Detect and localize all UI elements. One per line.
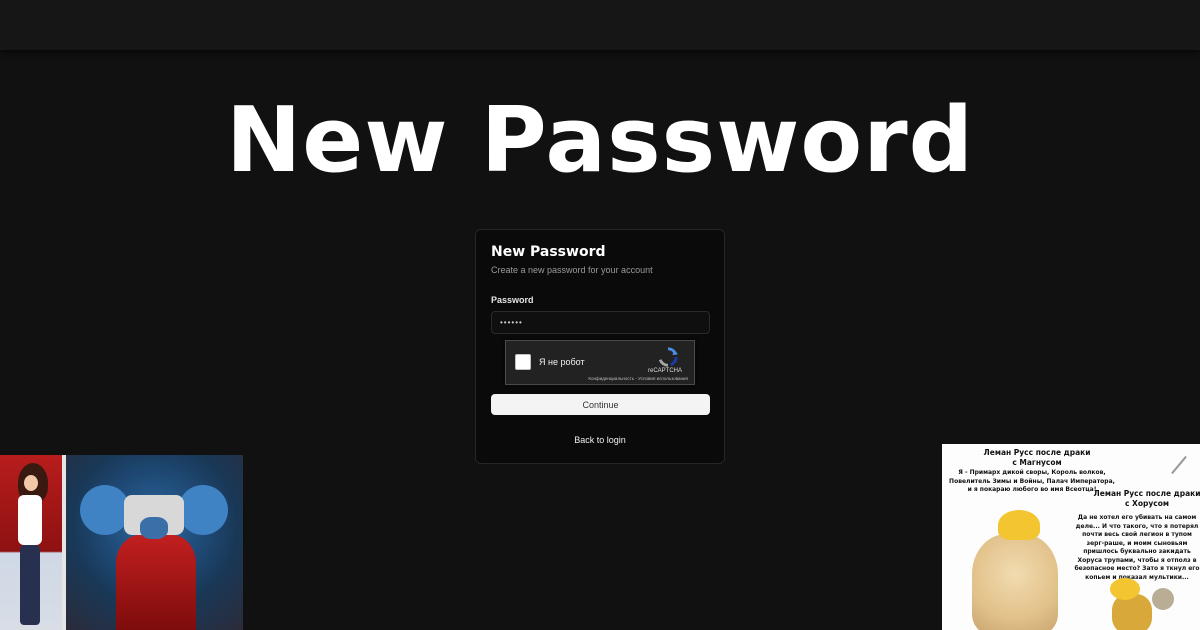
girl-legs [20,545,40,625]
recaptcha-checkbox[interactable] [515,354,531,370]
new-password-card: New Password Create a new password for y… [475,229,725,464]
meme-image: Леман Русс после драки с Магнусом Я - Пр… [942,444,1200,630]
meme-title-1: Леман Русс после драки с Магнусом [983,448,1091,467]
pen-stroke [1171,455,1187,475]
cat-face [1152,588,1174,610]
hero-title: New Password [225,88,975,193]
buff-doge-body [972,534,1058,630]
marine-pauldron-right [178,485,228,535]
recaptcha-brand: reCAPTCHA [648,368,683,374]
marine-pauldron-left [80,485,130,535]
cheems-body [1112,594,1152,630]
recaptcha-logo-icon [658,347,679,367]
recaptcha-links[interactable]: Конфиденциальность - Условия использован… [588,376,688,381]
comic-panel-girl [0,455,62,630]
buff-doge-head [998,510,1040,540]
password-label: Password [491,295,534,305]
top-bar [0,0,1200,50]
meme-title-2: Леман Русс после драки с Хорусом [1093,489,1200,508]
password-input[interactable] [491,311,710,334]
card-title: New Password [491,244,606,260]
recaptcha-widget: Я не робот reCAPTCHA Конфиденциальность … [505,340,695,385]
meme-text-2: Да не хотел его убивать на самом деле...… [1074,514,1200,581]
cheems-head [1110,578,1140,600]
back-to-login-link[interactable]: Back to login [476,435,724,445]
continue-button[interactable]: Continue [491,394,710,415]
space-marine-panel [66,455,243,630]
girl-body [18,495,42,545]
girl-face [24,475,38,491]
recaptcha-label: Я не робот [539,357,585,367]
marine-cloak [116,535,196,630]
card-subtitle: Create a new password for your account [491,265,653,275]
marine-helmet [140,517,168,539]
comic-art-image [0,455,243,630]
